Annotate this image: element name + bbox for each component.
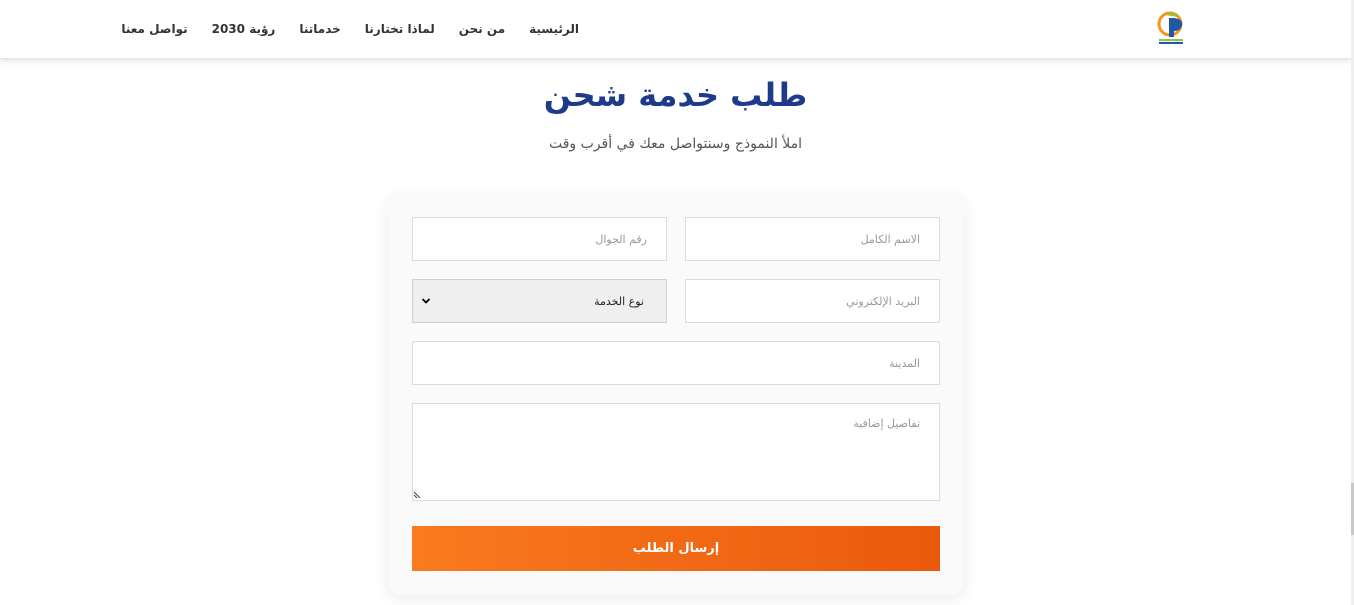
page-subtitle: املأ النموذج وسنتواصل معك في أقرب وقت bbox=[548, 136, 803, 152]
submit-request-button[interactable]: إرسال الطلب bbox=[412, 526, 940, 571]
nav-item-vision-2030[interactable]: رؤية 2030 bbox=[212, 22, 276, 36]
nav-item-home[interactable]: الرئيسية bbox=[529, 22, 579, 36]
nav-item-contact[interactable]: تواصل معنا bbox=[121, 22, 187, 36]
cp-logo-icon[interactable] bbox=[1156, 11, 1186, 47]
additional-details-textarea[interactable] bbox=[412, 403, 940, 501]
nav-item-about[interactable]: من نحن bbox=[459, 22, 505, 36]
site-header: الرئيسية من نحن لماذا تختارنا خدماتنا رؤ… bbox=[0, 0, 1351, 59]
email-field[interactable] bbox=[685, 279, 940, 323]
main-nav: الرئيسية من نحن لماذا تختارنا خدماتنا رؤ… bbox=[121, 0, 579, 57]
full-name-field[interactable] bbox=[685, 217, 940, 261]
service-type-select[interactable]: نوع الخدمة bbox=[412, 279, 667, 323]
mobile-field[interactable] bbox=[412, 217, 667, 261]
nav-item-why-us[interactable]: لماذا تختارنا bbox=[365, 22, 435, 36]
service-type-selected-value: نوع الخدمة bbox=[594, 294, 644, 308]
nav-item-services[interactable]: خدماتنا bbox=[299, 22, 340, 36]
resize-handle-icon[interactable] bbox=[413, 490, 422, 499]
page-title: طلب خدمة شحن bbox=[543, 76, 808, 114]
city-field[interactable] bbox=[412, 341, 940, 385]
chevron-down-icon bbox=[421, 298, 431, 304]
